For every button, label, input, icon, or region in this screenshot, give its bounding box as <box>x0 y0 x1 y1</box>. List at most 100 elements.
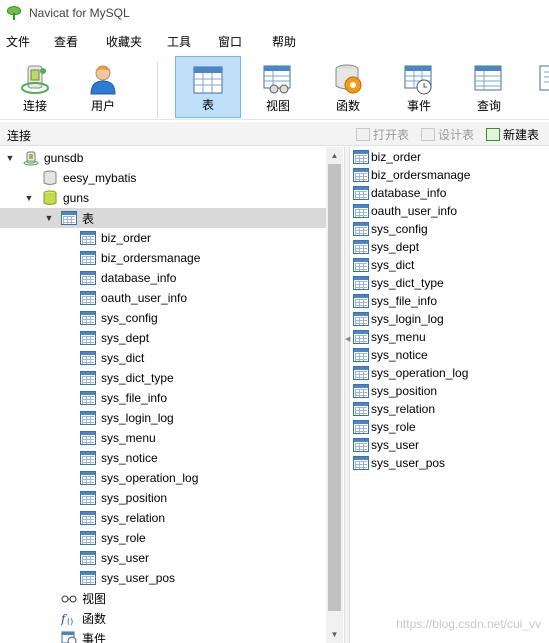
tree-table-item[interactable]: sys_dict <box>0 348 326 368</box>
object-list-label: sys_dept <box>371 240 420 254</box>
tree-table-item[interactable]: sys_file_info <box>0 388 326 408</box>
toolbar-query-button[interactable]: 查询 <box>456 56 522 118</box>
object-list[interactable]: biz_order biz_ordersmanage database_infooa… <box>351 147 549 643</box>
object-list-label: sys_config <box>371 222 428 236</box>
object-list-item[interactable]: sys_operation_log <box>353 364 468 382</box>
tree-table-item[interactable]: sys_notice <box>0 448 326 468</box>
tree-table-item[interactable]: sys_dict_type <box>0 368 326 388</box>
toolbar-table-button[interactable]: 表 <box>175 56 241 118</box>
object-list-item[interactable]: sys_login_log <box>353 310 444 328</box>
tree-table-item[interactable]: sys_relation <box>0 508 326 528</box>
tree-table-item[interactable]: sys_position <box>0 488 326 508</box>
table-icon <box>80 311 96 327</box>
view-icon <box>263 65 291 94</box>
table-icon <box>80 551 96 567</box>
object-list-item[interactable]: sys_relation <box>353 400 435 418</box>
menu-bar: 文件 查看 收藏夹 工具 窗口 帮助 <box>0 28 549 52</box>
scroll-up-arrow-icon[interactable]: ▲ <box>326 147 343 164</box>
database-icon <box>42 170 58 186</box>
tree-table-item[interactable]: sys_operation_log <box>0 468 326 488</box>
object-list-item[interactable]: sys_position <box>353 382 437 400</box>
expand-caret-icon[interactable]: ▼ <box>4 153 16 163</box>
tree-table-item[interactable]: biz_order <box>0 228 326 248</box>
menu-help[interactable]: 帮助 <box>272 33 296 50</box>
expand-caret-icon[interactable]: ▼ <box>43 213 55 223</box>
object-list-label: database_info <box>371 186 447 200</box>
tree-connection-gunsdb[interactable]: ▼ gunsdb <box>0 148 326 168</box>
object-list-item[interactable]: sys_dept <box>353 238 419 256</box>
menu-window[interactable]: 窗口 <box>218 33 242 50</box>
toolbar-view-button[interactable]: 视图 <box>245 56 311 118</box>
toolbar-overflow-button[interactable] <box>526 56 549 118</box>
tree-table-label: sys_operation_log <box>101 471 199 485</box>
object-list-label: sys_menu <box>371 330 426 344</box>
navicat-logo-icon <box>6 5 22 21</box>
tree-table-label: database_info <box>101 271 177 285</box>
scroll-down-arrow-icon[interactable]: ▼ <box>326 626 343 643</box>
menu-file[interactable]: 文件 <box>6 33 30 50</box>
tree-table-item[interactable]: database_info <box>0 268 326 288</box>
tree-functions-node[interactable]: f() 函数 <box>0 608 326 628</box>
tree-scrollbar[interactable]: ▲ ▼ <box>326 147 343 643</box>
tree-table-item[interactable]: sys_dept <box>0 328 326 348</box>
object-list-item[interactable]: sys_user <box>353 436 419 454</box>
object-list-label: oauth_user_info <box>371 204 458 218</box>
user-icon <box>90 65 116 95</box>
menu-tools[interactable]: 工具 <box>167 33 191 50</box>
tree-tables-node[interactable]: ▼ 表 <box>0 208 326 228</box>
object-toolbar: 连接 打开表 设计表 新建表 <box>0 122 549 146</box>
connection-tree[interactable]: ▼ gunsdb eesy_mybatis ▼ guns ▼ 表 biz_ord… <box>0 147 344 643</box>
table-icon <box>80 391 96 407</box>
object-list-item[interactable]: sys_file_info <box>353 292 437 310</box>
table-icon <box>80 291 96 307</box>
object-list-item[interactable]: sys_dict <box>353 256 414 274</box>
object-list-item[interactable]: biz_order <box>353 148 421 166</box>
tree-table-item[interactable]: sys_menu <box>0 428 326 448</box>
expand-caret-icon[interactable]: ▼ <box>23 193 35 203</box>
tree-table-item[interactable]: sys_config <box>0 308 326 328</box>
function-fx-icon: f() <box>60 610 77 626</box>
menu-favorites[interactable]: 收藏夹 <box>106 33 142 50</box>
toolbar-function-button[interactable]: 函数 <box>315 56 381 118</box>
menu-view[interactable]: 查看 <box>54 33 78 50</box>
toolbar-user-button[interactable]: 用户 <box>70 56 136 118</box>
toolbar-connection-button[interactable]: 连接 <box>2 56 68 118</box>
tree-table-label: sys_dept <box>101 331 150 345</box>
object-list-item[interactable]: biz_ordersmanage <box>353 166 470 184</box>
tree-table-item[interactable]: sys_login_log <box>0 408 326 428</box>
tree-table-item[interactable]: sys_user <box>0 548 326 568</box>
object-list-item[interactable]: sys_dict_type <box>353 274 444 292</box>
scroll-thumb[interactable] <box>328 164 341 611</box>
open-table-button[interactable]: 打开表 <box>356 126 409 143</box>
tree-table-label: sys_role <box>101 531 146 545</box>
table-icon <box>353 240 369 254</box>
event-clock-icon <box>61 630 77 643</box>
table-icon <box>353 438 369 452</box>
pane-splitter[interactable]: ◀ <box>344 147 350 643</box>
object-list-item[interactable]: sys_role <box>353 418 416 436</box>
tree-events-node[interactable]: 事件 <box>0 628 326 643</box>
object-list-item[interactable]: sys_user_pos <box>353 454 445 472</box>
table-icon <box>353 276 369 290</box>
object-list-label: sys_user_pos <box>371 456 446 470</box>
tree-views-node[interactable]: 视图 <box>0 588 326 608</box>
new-table-button[interactable]: 新建表 <box>486 126 539 143</box>
tree-db-guns[interactable]: ▼ guns <box>0 188 326 208</box>
table-icon <box>353 384 369 398</box>
object-list-item[interactable]: sys_notice <box>353 346 428 364</box>
toolbar-event-button[interactable]: 事件 <box>386 56 452 118</box>
tree-table-item[interactable]: biz_ordersmanage <box>0 248 326 268</box>
toolbar-event-label: 事件 <box>406 99 431 113</box>
object-list-item[interactable]: database_info <box>353 184 446 202</box>
toolbar-table-label: 表 <box>201 98 214 112</box>
object-list-item[interactable]: oauth_user_info <box>353 202 457 220</box>
tree-table-item[interactable]: oauth_user_info <box>0 288 326 308</box>
object-list-item[interactable]: sys_config <box>353 220 428 238</box>
object-list-label: sys_notice <box>371 348 428 362</box>
open-table-icon <box>356 128 370 141</box>
tree-table-item[interactable]: sys_user_pos <box>0 568 326 588</box>
tree-table-item[interactable]: sys_role <box>0 528 326 548</box>
design-table-button[interactable]: 设计表 <box>421 126 474 143</box>
object-list-item[interactable]: sys_menu <box>353 328 426 346</box>
tree-db-eesy_mybatis[interactable]: eesy_mybatis <box>0 168 326 188</box>
